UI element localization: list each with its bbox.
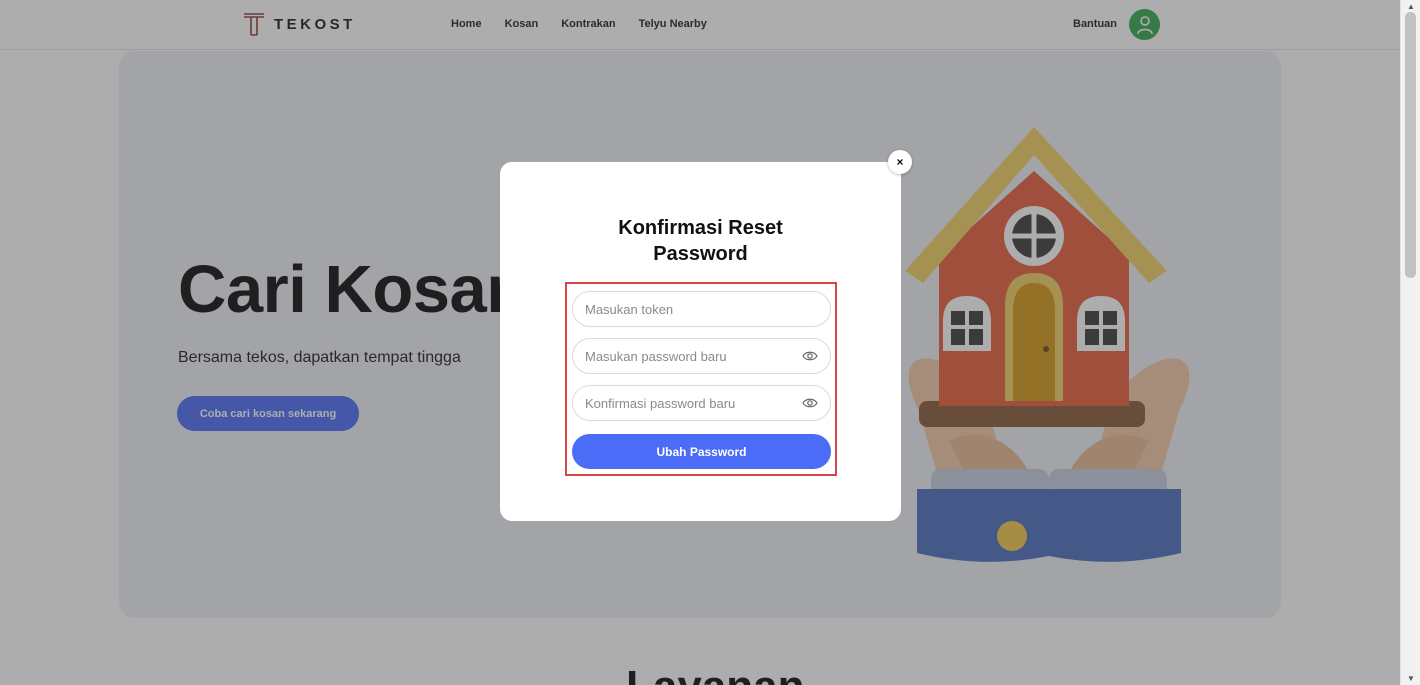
- scroll-up-arrow-icon[interactable]: ▲: [1407, 2, 1415, 11]
- reset-password-form: Ubah Password: [565, 282, 837, 476]
- eye-icon[interactable]: [802, 350, 818, 362]
- eye-icon[interactable]: [802, 397, 818, 409]
- scroll-down-arrow-icon[interactable]: ▼: [1407, 674, 1415, 683]
- modal-title-line-2: Password: [653, 243, 748, 265]
- token-field: [572, 291, 831, 327]
- modal-title: Konfirmasi Reset Password: [500, 215, 901, 267]
- close-modal-button[interactable]: ×: [888, 150, 912, 174]
- reset-password-modal: Konfirmasi Reset Password Ubah Password: [500, 162, 901, 521]
- token-input[interactable]: [585, 292, 800, 326]
- confirm-password-field: [572, 385, 831, 421]
- confirm-password-input[interactable]: [585, 386, 800, 420]
- page-scrollbar[interactable]: ▲ ▼: [1400, 0, 1420, 685]
- new-password-field: [572, 338, 831, 374]
- scroll-thumb[interactable]: [1405, 12, 1416, 278]
- modal-title-line-1: Konfirmasi Reset: [618, 217, 783, 239]
- new-password-input[interactable]: [585, 339, 800, 373]
- close-icon: ×: [896, 155, 904, 169]
- change-password-button[interactable]: Ubah Password: [572, 434, 831, 469]
